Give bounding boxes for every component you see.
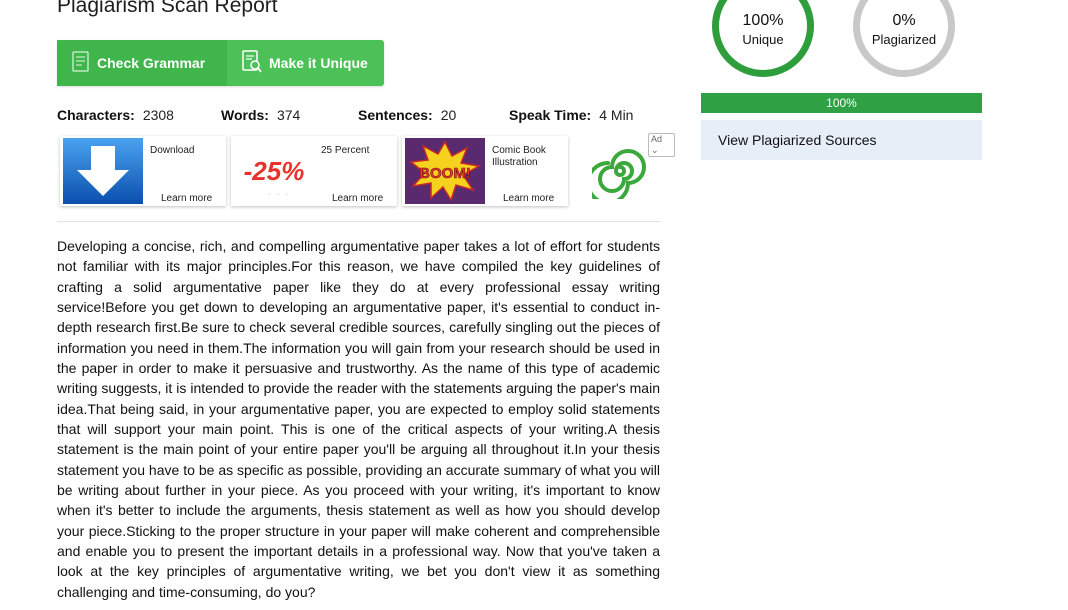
comic-boom-image: BOOM! bbox=[405, 138, 485, 204]
view-plagiarized-sources-button[interactable]: View Plagiarized Sources bbox=[701, 120, 982, 160]
make-unique-label: Make it Unique bbox=[269, 55, 368, 71]
section-divider bbox=[57, 221, 661, 222]
characters-label: Characters: bbox=[57, 107, 135, 123]
ad-learn-more[interactable]: Learn more bbox=[161, 193, 212, 204]
page-title: Plagiarism Scan Report bbox=[57, 0, 278, 17]
uniqueness-progress-bar: 100% bbox=[701, 93, 982, 113]
words-value: 374 bbox=[276, 107, 301, 123]
speak-time-value: 4 Min bbox=[599, 107, 634, 123]
sentences-value: 20 bbox=[440, 107, 457, 123]
ad-choices-badge[interactable]: Ad ⌄ bbox=[648, 133, 675, 157]
unique-percent: 100% bbox=[742, 12, 784, 29]
comic-image-text: BOOM! bbox=[419, 165, 471, 182]
ad-banner: Download Learn more -25% · · · 25 Percent… bbox=[57, 133, 675, 208]
speak-time-label: Speak Time: bbox=[509, 107, 592, 123]
speak-time-stat: Speak Time: 4 Min bbox=[509, 107, 633, 123]
action-button-bar: Check Grammar Make it Unique bbox=[57, 40, 384, 86]
plagiarized-label: Plagiarized bbox=[871, 32, 937, 47]
ad-learn-more[interactable]: Learn more bbox=[503, 193, 554, 204]
discount-25-image: -25% · · · bbox=[234, 138, 314, 204]
plagiarized-percent: 0% bbox=[892, 12, 916, 29]
ad-title: Comic Book Illustration bbox=[492, 145, 546, 168]
sentences-label: Sentences: bbox=[358, 107, 433, 123]
ad-card-download[interactable]: Download Learn more bbox=[60, 136, 226, 206]
unique-score-circle: 100% Unique bbox=[712, 0, 814, 77]
plagiarized-score-circle: 0% Plagiarized bbox=[853, 0, 955, 77]
sentences-stat: Sentences: 20 bbox=[358, 107, 456, 123]
download-arrow-image bbox=[63, 138, 143, 204]
document-icon bbox=[71, 50, 97, 76]
check-grammar-button[interactable]: Check Grammar bbox=[57, 40, 227, 86]
ad-card-25-percent[interactable]: -25% · · · 25 Percent Learn more bbox=[231, 136, 397, 206]
words-stat: Words: 374 bbox=[221, 107, 300, 123]
green-spiral-logo[interactable] bbox=[586, 143, 648, 205]
check-grammar-label: Check Grammar bbox=[97, 55, 206, 71]
characters-stat: Characters: 2308 bbox=[57, 107, 174, 123]
chevron-down-icon: ⌄ bbox=[651, 145, 659, 155]
svg-text:· · ·: · · · bbox=[267, 185, 289, 201]
ad-title: Download bbox=[150, 145, 195, 156]
ad-card-comic[interactable]: BOOM! Comic Book Illustration Learn more bbox=[402, 136, 568, 206]
ad-title: 25 Percent bbox=[321, 145, 370, 156]
discount-image-text: -25% bbox=[244, 156, 305, 186]
scanned-article-text: Developing a concise, rich, and compelli… bbox=[57, 238, 660, 600]
ad-learn-more[interactable]: Learn more bbox=[332, 193, 383, 204]
characters-value: 2308 bbox=[142, 107, 174, 123]
ad-flag-label: Ad bbox=[651, 134, 663, 144]
make-unique-button[interactable]: Make it Unique bbox=[229, 40, 384, 86]
unique-label: Unique bbox=[742, 32, 784, 47]
document-search-icon bbox=[241, 49, 269, 77]
progress-label: 100% bbox=[826, 96, 857, 110]
words-label: Words: bbox=[221, 107, 269, 123]
